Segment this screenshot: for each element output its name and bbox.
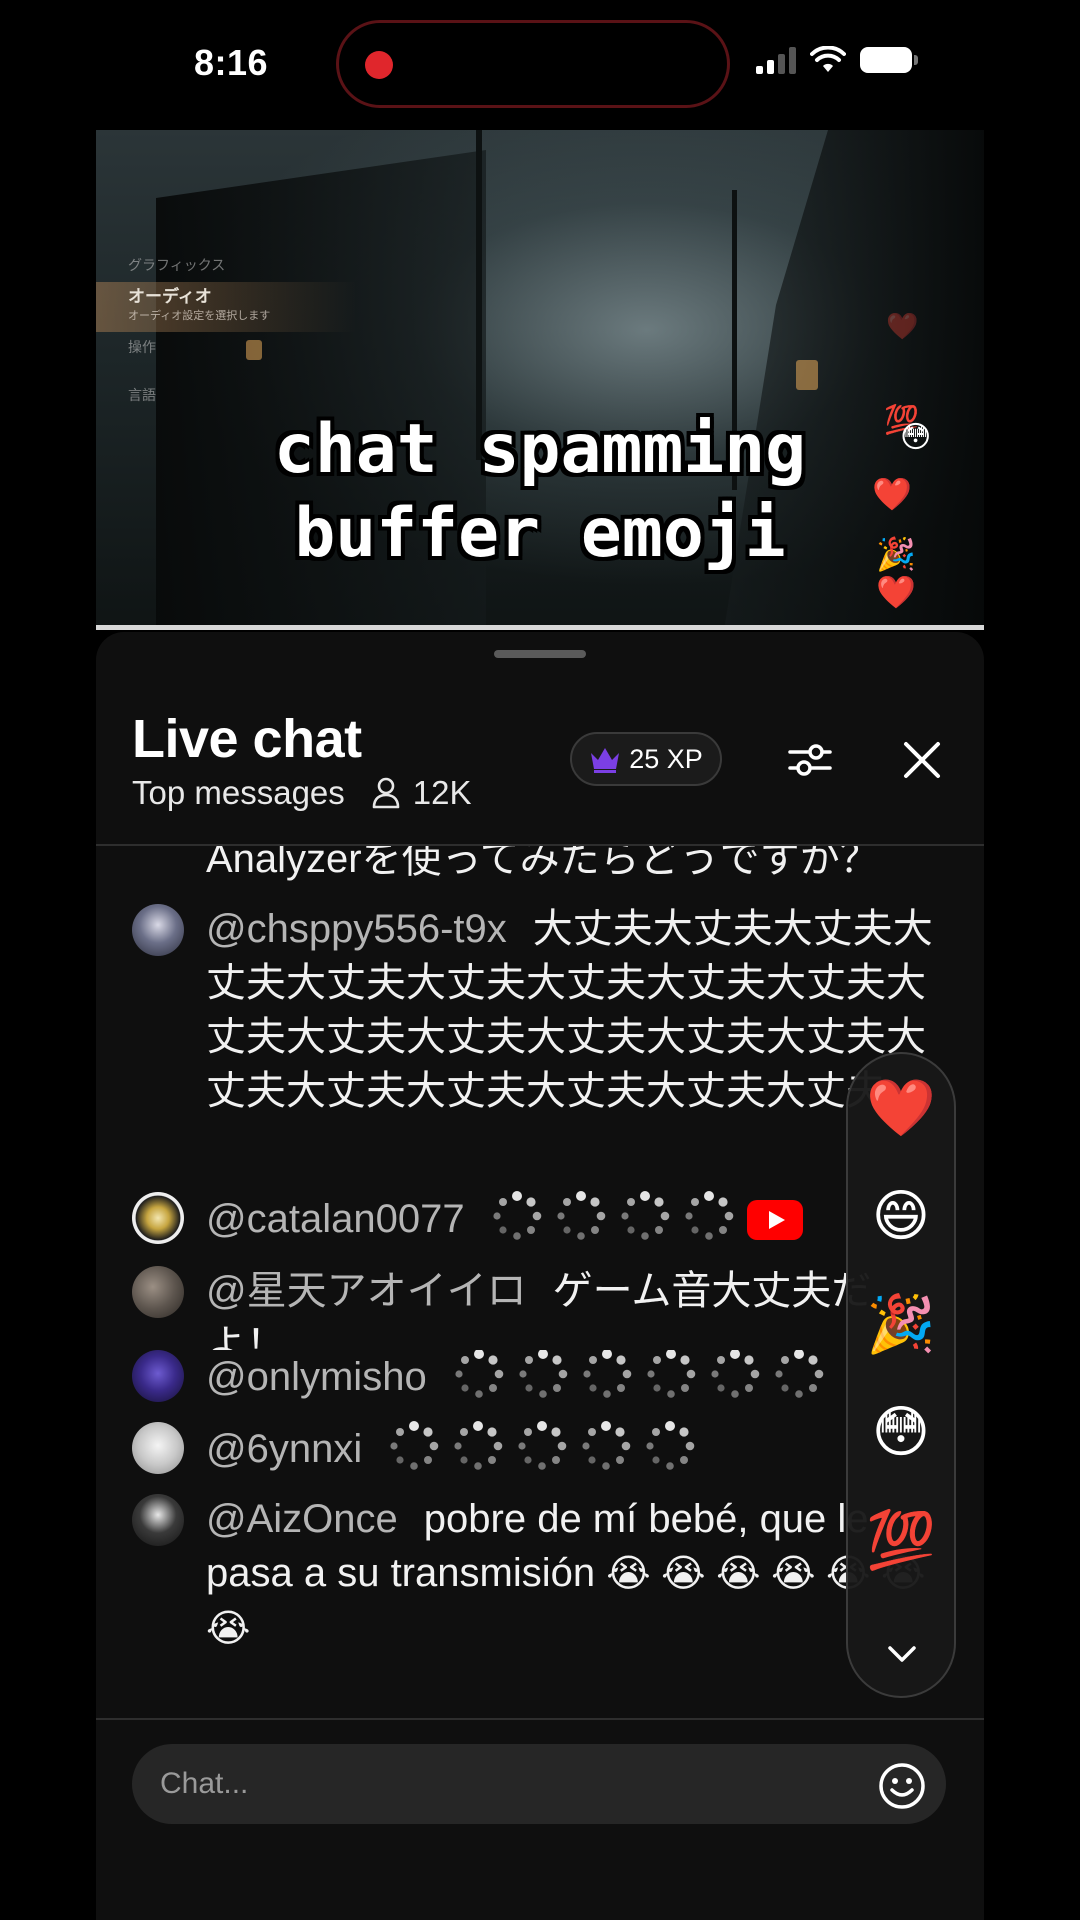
chat-message: @AizOnce pobre de mí bebé, que le pasa a … bbox=[132, 1492, 932, 1672]
buffering-icon bbox=[519, 1350, 567, 1398]
caption-line: buffer emoji bbox=[294, 494, 786, 573]
message-body: @星天アオイイロ ゲーム音大丈夫だよ！ bbox=[206, 1264, 936, 1350]
xp-value: 25 XP bbox=[629, 743, 703, 774]
screen: 8:16 グラフィックス オーディオ オーディオ設定を選択します 操作 言語 c… bbox=[0, 0, 1080, 1920]
buffering-icon bbox=[647, 1350, 695, 1398]
message-author[interactable]: @6ynnxi bbox=[206, 1427, 362, 1471]
buffering-icon bbox=[455, 1350, 503, 1398]
avatar[interactable] bbox=[132, 1350, 184, 1402]
game-menu-active-title: オーディオ bbox=[128, 287, 212, 307]
avatar[interactable] bbox=[132, 1422, 184, 1474]
game-menu-item: 操作 bbox=[128, 340, 156, 356]
game-menu-item: グラフィックス bbox=[128, 258, 226, 274]
avatar[interactable] bbox=[132, 1266, 184, 1318]
reaction-party-button[interactable]: 🎉 bbox=[848, 1292, 954, 1356]
viewer-count: 12K bbox=[412, 774, 472, 811]
tune-icon[interactable] bbox=[786, 736, 834, 784]
signal-icon bbox=[756, 46, 796, 74]
floating-emoji: 🎉 bbox=[876, 536, 916, 572]
message-author[interactable]: @chsppy556-t9x bbox=[206, 907, 507, 951]
buffering-icon bbox=[556, 1191, 605, 1240]
chevron-down-icon[interactable] bbox=[886, 1644, 918, 1664]
chat-message: Analyzerを使ってみたらどうですか？ bbox=[132, 846, 932, 888]
message-body: @onlymisho bbox=[206, 1350, 936, 1404]
message-body: @chsppy556-t9x 大丈夫大丈夫大丈夫大丈夫大丈夫大丈夫大丈夫大丈夫大丈… bbox=[206, 902, 936, 1118]
buffering-icon bbox=[684, 1191, 733, 1240]
recording-indicator bbox=[365, 51, 393, 79]
buffering-icon bbox=[390, 1421, 439, 1470]
buffering-icon bbox=[582, 1421, 631, 1470]
chat-message: @6ynnxi bbox=[132, 1420, 932, 1480]
chat-mode-label: Top messages bbox=[132, 774, 345, 811]
floating-emoji: ❤️ bbox=[876, 574, 916, 610]
buffering-icon bbox=[518, 1421, 567, 1470]
smile-icon[interactable] bbox=[878, 1762, 926, 1810]
message-body: @catalan0077 bbox=[206, 1190, 936, 1246]
wifi-icon bbox=[810, 46, 846, 72]
viewer-icon bbox=[372, 777, 400, 809]
status-time: 8:16 bbox=[194, 42, 269, 83]
chat-input[interactable] bbox=[132, 1744, 946, 1824]
buffering-icon bbox=[583, 1350, 631, 1398]
game-settings-menu: グラフィックス オーディオ オーディオ設定を選択します 操作 言語 bbox=[96, 250, 356, 412]
message-author[interactable]: @星天アオイイロ bbox=[206, 1269, 527, 1313]
reaction-flushed-button[interactable]: 😳 bbox=[848, 1400, 954, 1464]
xp-badge[interactable]: 25 XP bbox=[570, 732, 722, 786]
buffering-icon bbox=[620, 1191, 669, 1240]
status-icons bbox=[756, 46, 918, 74]
message-author[interactable]: @onlymisho bbox=[206, 1355, 427, 1399]
dynamic-island bbox=[336, 20, 730, 108]
message-text: Analyzerを使ってみたらどうですか？ bbox=[206, 846, 880, 881]
live-chat-panel: Live chat Top messages 12K 25 XP Analyze… bbox=[96, 632, 984, 1920]
reaction-hundred-button[interactable]: 💯 bbox=[848, 1508, 954, 1572]
floating-emoji: 😳 bbox=[900, 421, 932, 454]
reaction-rail: ❤️ 😄 🎉 😳 💯 bbox=[846, 1052, 956, 1698]
chat-message: @catalan0077 bbox=[132, 1190, 932, 1250]
reaction-heart-button[interactable]: ❤️ bbox=[848, 1076, 954, 1140]
buffering-icon bbox=[454, 1421, 503, 1470]
avatar[interactable] bbox=[132, 1494, 184, 1546]
video-progress-bar[interactable] bbox=[96, 625, 984, 630]
video-caption: chat spamming buffer emoji bbox=[96, 408, 984, 576]
floating-emoji: ❤️ bbox=[886, 311, 919, 341]
message-author[interactable]: @AizOnce bbox=[206, 1497, 398, 1541]
video-window-light bbox=[796, 360, 818, 390]
caption-line: chat spamming bbox=[273, 410, 807, 489]
drag-handle[interactable] bbox=[494, 650, 586, 658]
game-menu-active-subtitle: オーディオ設定を選択します bbox=[128, 309, 271, 322]
video-player[interactable]: グラフィックス オーディオ オーディオ設定を選択します 操作 言語 chat s… bbox=[96, 130, 984, 630]
message-body: @6ynnxi bbox=[206, 1420, 936, 1476]
game-menu-item-active: オーディオ オーディオ設定を選択します bbox=[96, 282, 356, 332]
avatar[interactable] bbox=[132, 1192, 184, 1244]
chat-message: @onlymisho bbox=[132, 1350, 932, 1408]
input-divider bbox=[96, 1718, 984, 1720]
crown-icon bbox=[591, 748, 620, 773]
buffering-icon bbox=[492, 1191, 541, 1240]
youtube-icon bbox=[746, 1200, 803, 1240]
reaction-smile-button[interactable]: 😄 bbox=[848, 1184, 954, 1248]
floating-emoji: ❤️ bbox=[872, 476, 912, 512]
chat-message: @星天アオイイロ ゲーム音大丈夫だよ！ bbox=[132, 1264, 932, 1350]
battery-icon bbox=[860, 47, 918, 73]
close-icon[interactable] bbox=[900, 738, 944, 782]
chat-title: Live chat bbox=[132, 709, 362, 769]
avatar[interactable] bbox=[132, 904, 184, 956]
buffering-icon bbox=[711, 1350, 759, 1398]
chat-message: @chsppy556-t9x 大丈夫大丈夫大丈夫大丈夫大丈夫大丈夫大丈夫大丈夫大丈… bbox=[132, 902, 933, 1172]
message-body: @AizOnce pobre de mí bebé, que le pasa a … bbox=[206, 1492, 936, 1656]
buffering-icon bbox=[775, 1350, 823, 1398]
message-author[interactable]: @catalan0077 bbox=[206, 1197, 465, 1241]
buffering-icon bbox=[646, 1421, 695, 1470]
chat-mode-selector[interactable]: Top messages 12K bbox=[132, 774, 472, 812]
